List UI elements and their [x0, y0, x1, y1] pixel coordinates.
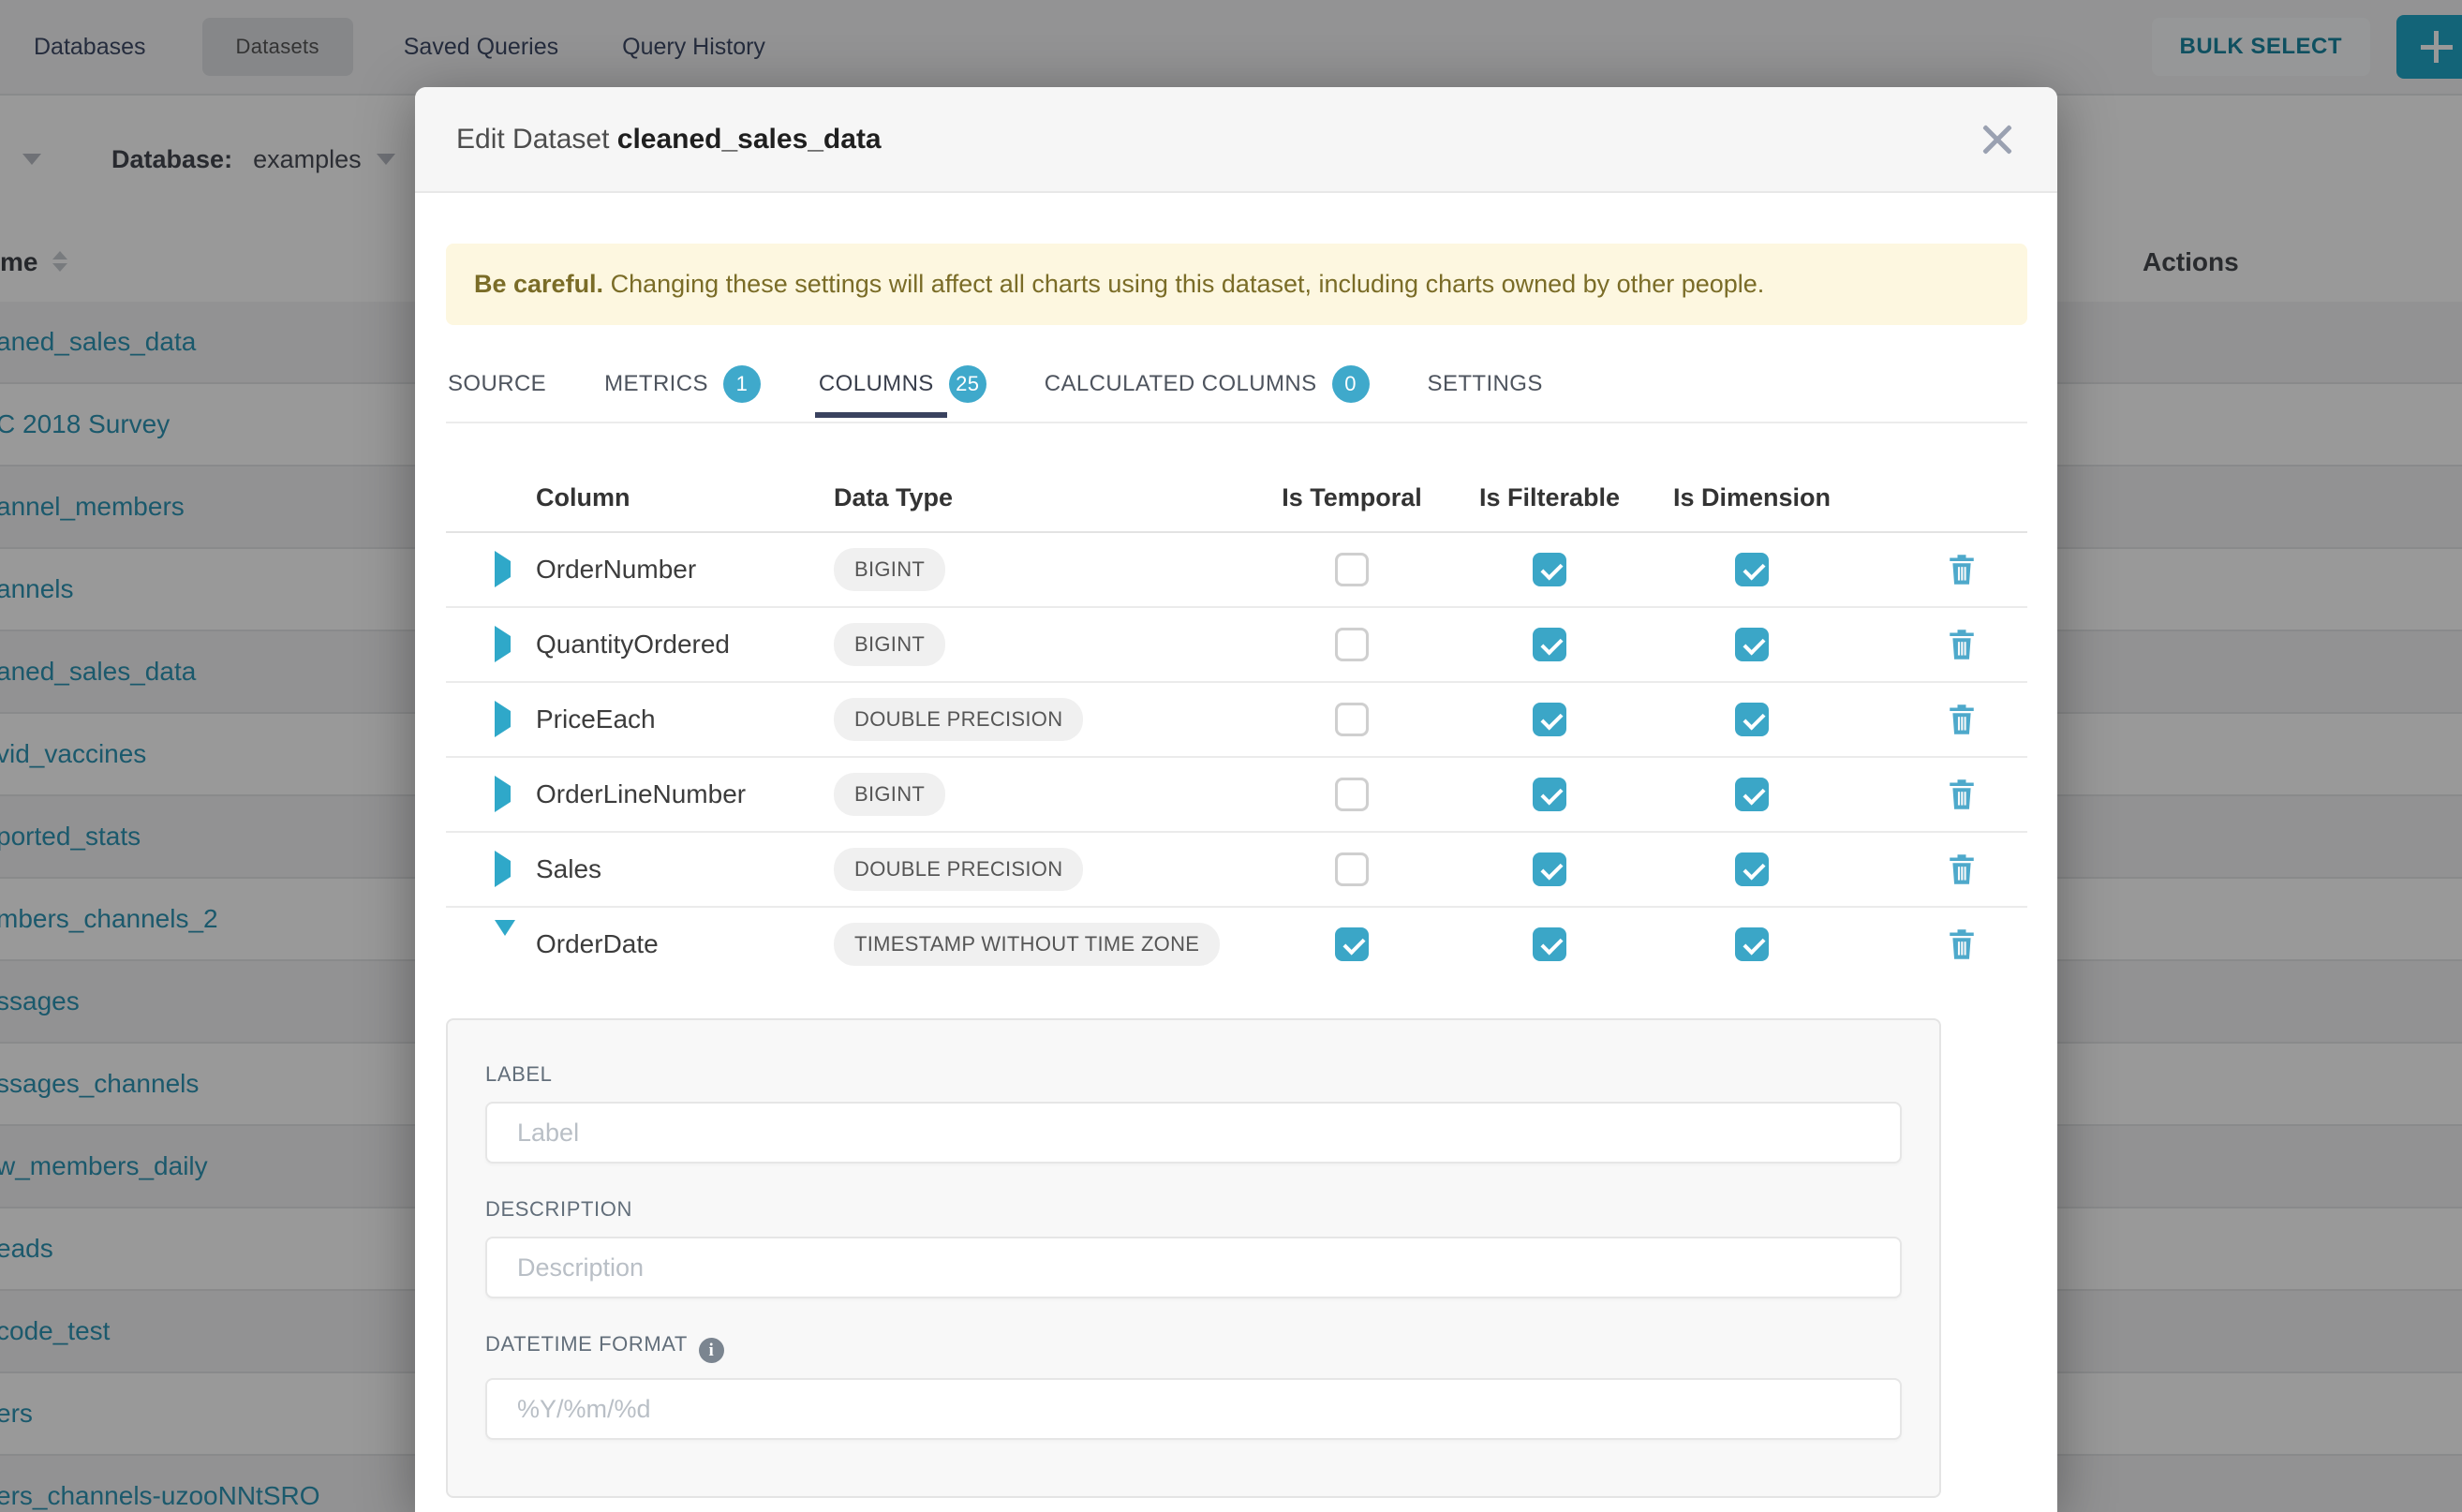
delete-icon[interactable]	[1945, 552, 1997, 587]
delete-icon[interactable]	[1945, 852, 1997, 887]
warning-banner: Be careful. Changing these settings will…	[446, 244, 2027, 325]
tab-label: COLUMNS	[819, 371, 934, 397]
data-type-pill: DOUBLE PRECISION	[834, 848, 1083, 891]
is-filterable-checkbox[interactable]	[1533, 778, 1566, 811]
edit-dataset-modal: Edit Dataset cleaned_sales_data Be caref…	[415, 87, 2057, 1512]
modal-tabs: SOURCE METRICS 1 COLUMNS 25 CALCULATED C…	[446, 365, 2027, 423]
label-field: LABEL	[485, 1062, 1902, 1164]
is-dimension-checkbox[interactable]	[1735, 927, 1769, 961]
warning-bold-text: Be careful.	[474, 270, 603, 298]
delete-icon[interactable]	[1945, 926, 1997, 962]
expand-caret-icon[interactable]	[495, 701, 511, 737]
columns-table: Column Data Type Is Temporal Is Filterab…	[446, 465, 2027, 981]
datetime-format-field: DATETIME FORMATi	[485, 1332, 1902, 1440]
column-row: OrderDateTIMESTAMP WITHOUT TIME ZONE	[446, 908, 2027, 981]
warning-text: Changing these settings will affect all …	[603, 270, 1764, 298]
datetime-format-input[interactable]	[485, 1378, 1902, 1440]
is-filterable-checkbox[interactable]	[1533, 628, 1566, 661]
is-filterable-checkbox[interactable]	[1533, 553, 1566, 586]
column-name: OrderLineNumber	[536, 779, 834, 809]
delete-icon[interactable]	[1945, 702, 1997, 737]
is-temporal-checkbox[interactable]	[1335, 778, 1369, 811]
tab-label: CALCULATED COLUMNS	[1045, 371, 1317, 397]
modal-title: Edit Dataset cleaned_sales_data	[456, 124, 882, 156]
is-temporal-checkbox[interactable]	[1335, 553, 1369, 586]
data-type-pill: TIMESTAMP WITHOUT TIME ZONE	[834, 923, 1220, 966]
is-temporal-checkbox[interactable]	[1335, 852, 1369, 886]
description-field: DESCRIPTION	[485, 1197, 1902, 1298]
column-row: PriceEachDOUBLE PRECISION	[446, 683, 2027, 758]
count-badge: 1	[723, 365, 761, 403]
column-name: QuantityOrdered	[536, 630, 834, 660]
is-dimension-checkbox[interactable]	[1735, 778, 1769, 811]
column-name: OrderNumber	[536, 555, 834, 585]
column-row: OrderNumberBIGINT	[446, 533, 2027, 608]
count-badge: 25	[949, 365, 986, 403]
expand-caret-icon[interactable]	[495, 920, 515, 952]
column-name: PriceEach	[536, 704, 834, 734]
is-dimension-checkbox[interactable]	[1735, 628, 1769, 661]
modal-body: Be careful. Changing these settings will…	[415, 193, 2057, 1498]
close-icon[interactable]	[1979, 121, 2016, 158]
header-column: Column	[536, 483, 834, 512]
columns-table-header: Column Data Type Is Temporal Is Filterab…	[446, 465, 2027, 533]
is-dimension-checkbox[interactable]	[1735, 852, 1769, 886]
label-input[interactable]	[485, 1102, 1902, 1164]
modal-header: Edit Dataset cleaned_sales_data	[415, 87, 2057, 193]
column-row: QuantityOrderedBIGINT	[446, 608, 2027, 683]
header-is-filterable: Is Filterable	[1452, 483, 1647, 512]
delete-icon[interactable]	[1945, 627, 1997, 662]
is-dimension-checkbox[interactable]	[1735, 553, 1769, 586]
tab-calculated-columns[interactable]: CALCULATED COLUMNS 0	[1043, 365, 1372, 422]
data-type-pill: BIGINT	[834, 773, 945, 816]
description-input[interactable]	[485, 1237, 1902, 1298]
column-row: SalesDOUBLE PRECISION	[446, 833, 2027, 908]
tab-source[interactable]: SOURCE	[446, 365, 548, 422]
tab-label: SETTINGS	[1428, 371, 1543, 397]
tab-settings[interactable]: SETTINGS	[1426, 365, 1545, 422]
column-settings-panel: LABEL DESCRIPTION DATETIME FORMATi	[446, 1018, 1941, 1498]
expand-caret-icon[interactable]	[495, 551, 511, 587]
modal-title-dataset-name: cleaned_sales_data	[617, 124, 882, 155]
is-filterable-checkbox[interactable]	[1533, 927, 1566, 961]
expand-caret-icon[interactable]	[495, 851, 511, 887]
expand-caret-icon[interactable]	[495, 776, 511, 812]
data-type-pill: BIGINT	[834, 548, 945, 591]
data-type-pill: BIGINT	[834, 623, 945, 666]
is-filterable-checkbox[interactable]	[1533, 703, 1566, 736]
is-temporal-checkbox[interactable]	[1335, 703, 1369, 736]
is-temporal-checkbox[interactable]	[1335, 927, 1369, 961]
description-field-label: DESCRIPTION	[485, 1197, 1902, 1222]
tab-label: METRICS	[604, 371, 708, 397]
count-badge: 0	[1332, 365, 1370, 403]
expand-caret-icon[interactable]	[495, 626, 511, 662]
header-is-temporal: Is Temporal	[1252, 483, 1452, 512]
is-dimension-checkbox[interactable]	[1735, 703, 1769, 736]
header-is-dimension: Is Dimension	[1647, 483, 1857, 512]
info-icon[interactable]: i	[699, 1338, 724, 1363]
tab-metrics[interactable]: METRICS 1	[602, 365, 763, 422]
column-row: OrderLineNumberBIGINT	[446, 758, 2027, 833]
modal-title-prefix: Edit Dataset	[456, 124, 609, 155]
is-filterable-checkbox[interactable]	[1533, 852, 1566, 886]
delete-icon[interactable]	[1945, 777, 1997, 812]
tab-label: SOURCE	[448, 371, 546, 397]
column-name: OrderDate	[536, 929, 834, 959]
datetime-field-label: DATETIME FORMATi	[485, 1332, 1902, 1363]
label-field-label: LABEL	[485, 1062, 1902, 1087]
screen: Databases Datasets Saved Queries Query H…	[0, 0, 2462, 1512]
column-name: Sales	[536, 854, 834, 884]
data-type-pill: DOUBLE PRECISION	[834, 698, 1083, 741]
header-data-type: Data Type	[834, 483, 1252, 512]
is-temporal-checkbox[interactable]	[1335, 628, 1369, 661]
tab-columns[interactable]: COLUMNS 25	[817, 365, 988, 422]
